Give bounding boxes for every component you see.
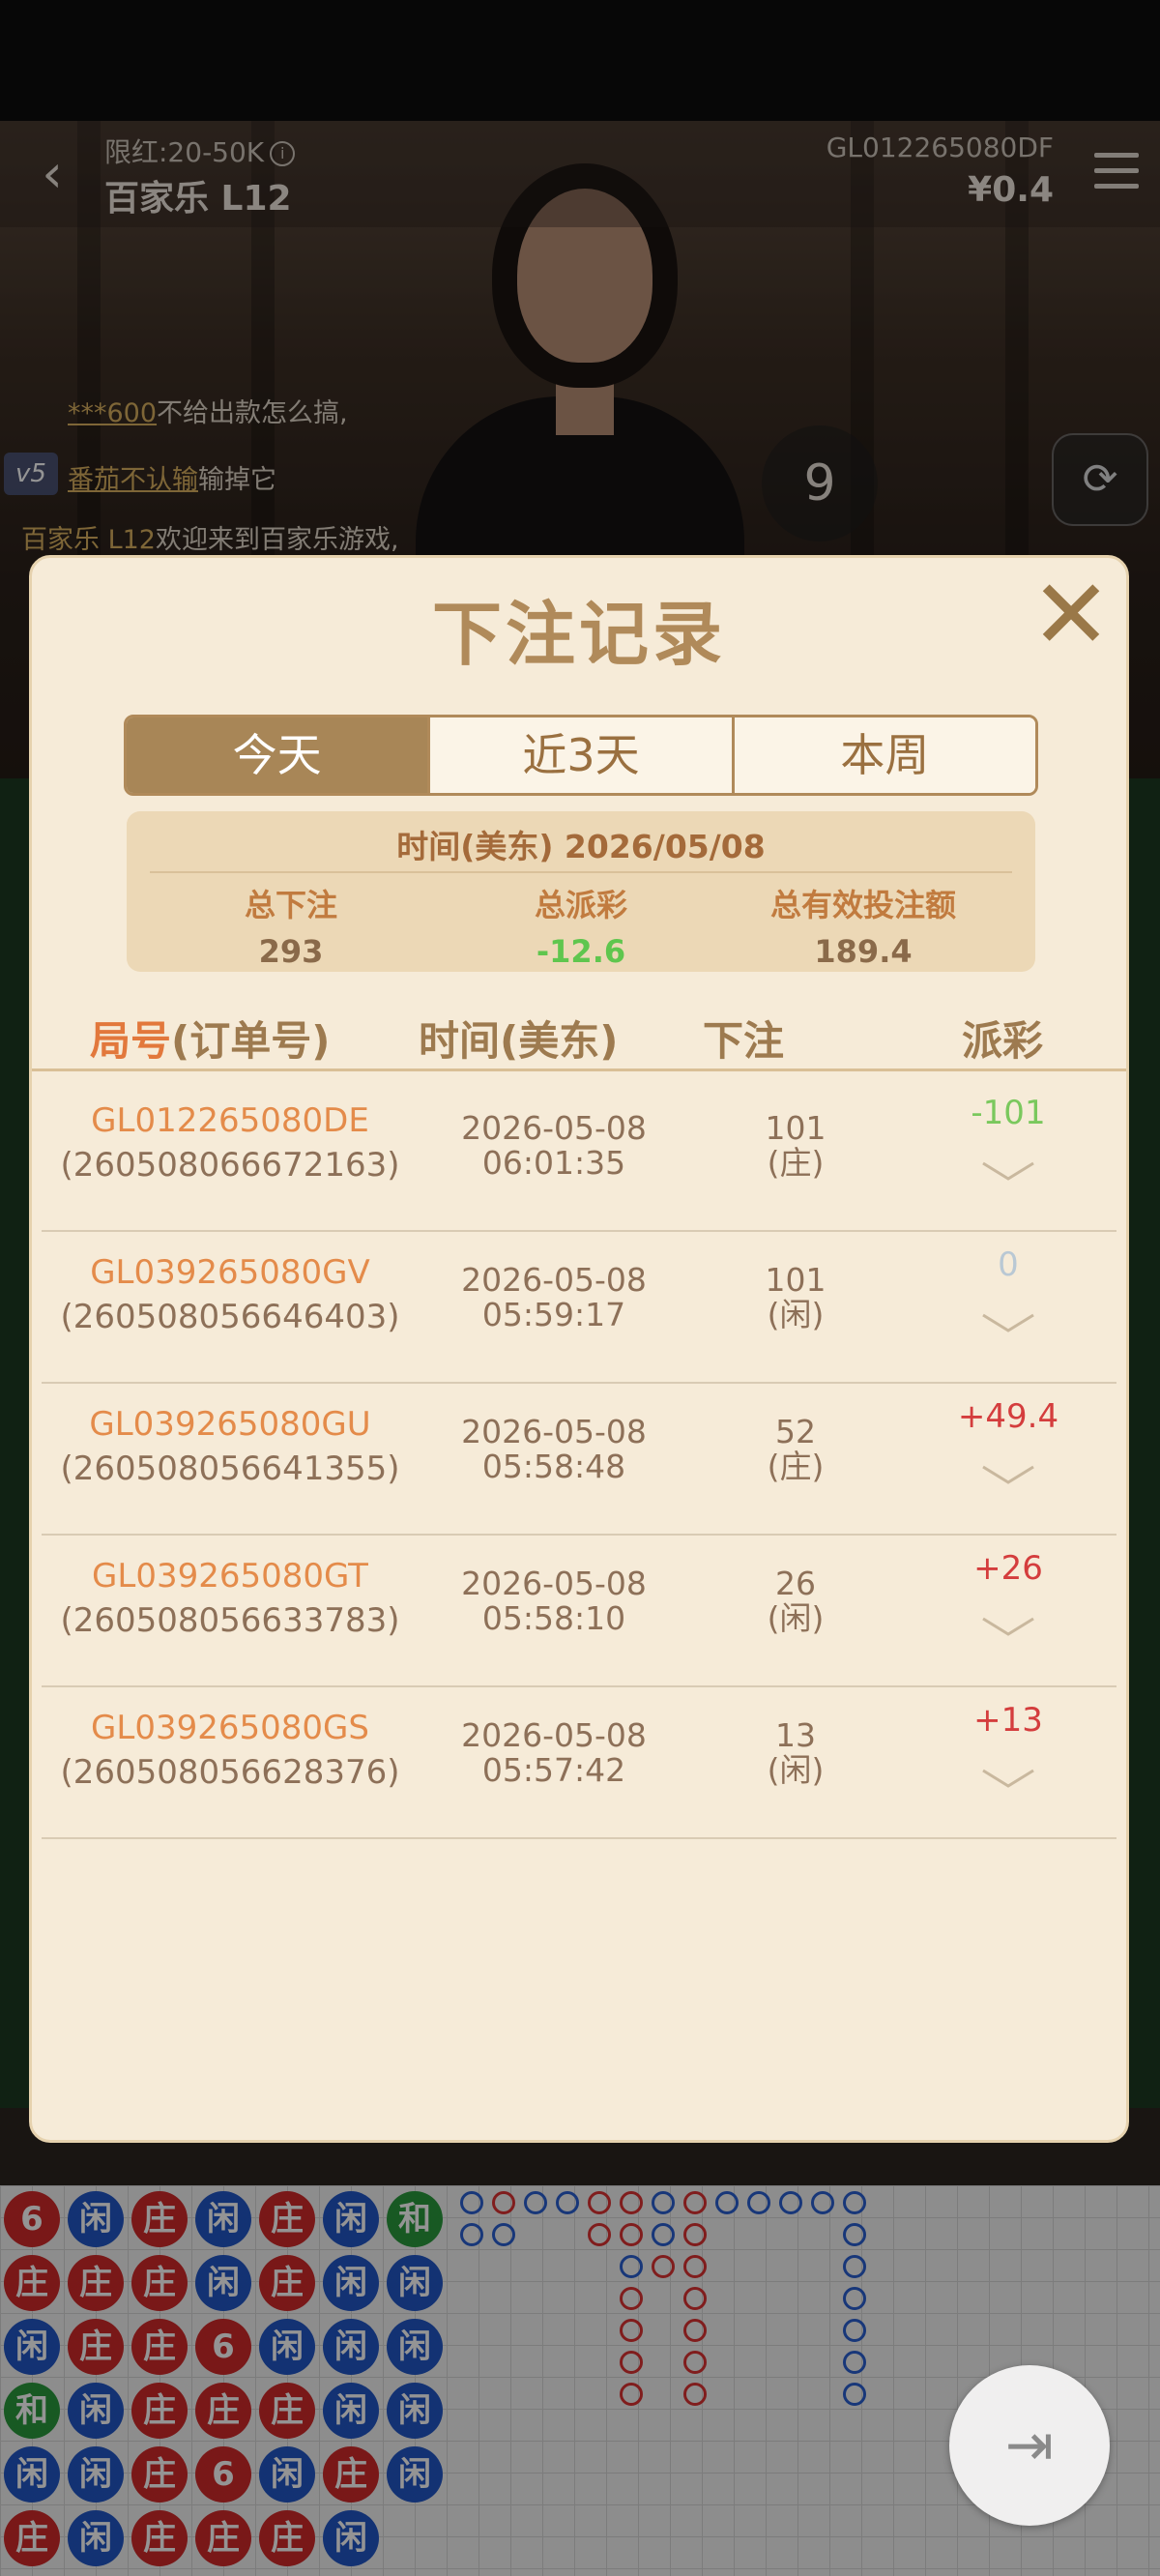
total-valid-bet: 总有效投注额 189.4 bbox=[769, 887, 956, 970]
chevron-down-icon[interactable] bbox=[979, 1156, 1037, 1185]
bet-cell: 52 (庄) bbox=[709, 1415, 883, 1484]
time-cell: 2026-05-08 06:01:35 bbox=[428, 1111, 680, 1181]
bet-time: 05:58:10 bbox=[481, 1599, 626, 1637]
round-cell: GL039265080GU (260508056641355) bbox=[42, 1405, 419, 1488]
bet-time: 06:01:35 bbox=[481, 1144, 626, 1182]
record-table-header: 局号(订单号) 时间(美东) 下注 派彩 bbox=[32, 1009, 1126, 1071]
table-row[interactable]: GL039265080GV (260508056646403) 2026-05-08… bbox=[42, 1232, 1116, 1384]
chevron-down-icon[interactable] bbox=[979, 1611, 1037, 1640]
bet-amount: 26 bbox=[775, 1565, 816, 1602]
bet-time: 05:57:42 bbox=[481, 1751, 626, 1789]
payout-value: +13 bbox=[973, 1701, 1043, 1740]
bet-amount: 101 bbox=[765, 1261, 826, 1299]
order-id: (260508066672163) bbox=[60, 1146, 400, 1185]
bet-time: 05:58:48 bbox=[481, 1448, 626, 1485]
time-cell: 2026-05-08 05:58:48 bbox=[428, 1415, 680, 1484]
order-id: (260508056641355) bbox=[60, 1449, 400, 1488]
round-cell: GL039265080GT (260508056633783) bbox=[42, 1557, 419, 1640]
bet-cell: 13 (闲) bbox=[709, 1718, 883, 1788]
bet-date: 2026-05-08 bbox=[461, 1261, 647, 1299]
bet-amount: 101 bbox=[765, 1109, 826, 1147]
column-time: 时间(美东) bbox=[419, 1017, 619, 1065]
table-row[interactable]: GL039265080GS (260508056628376) 2026-05-08… bbox=[42, 1687, 1116, 1839]
order-id: (260508056628376) bbox=[60, 1753, 400, 1792]
bet-record-modal: 下注记录 ✕ 今天 近3天 本周 时间(美东) 2026/05/08 总下注 2… bbox=[29, 555, 1129, 2143]
tab-today[interactable]: 今天 bbox=[127, 717, 428, 793]
table-row[interactable]: GL039265080GU (260508056641355) 2026-05-08… bbox=[42, 1384, 1116, 1536]
table-row[interactable]: GL039265080GT (260508056633783) 2026-05-08… bbox=[42, 1536, 1116, 1687]
round-id: GL039265080GS bbox=[91, 1709, 369, 1747]
round-cell: GL012265080DE (260508066672163) bbox=[42, 1101, 419, 1185]
column-round: 局号(订单号) bbox=[90, 1017, 331, 1065]
payout-value: +49.4 bbox=[957, 1397, 1059, 1436]
chevron-down-icon[interactable] bbox=[979, 1307, 1037, 1336]
round-id: GL012265080DE bbox=[91, 1101, 369, 1140]
round-cell: GL039265080GV (260508056646403) bbox=[42, 1253, 419, 1336]
tab-last-3-days[interactable]: 近3天 bbox=[427, 717, 732, 793]
bet-amount: 52 bbox=[775, 1413, 816, 1450]
chevron-down-icon[interactable] bbox=[979, 1459, 1037, 1488]
bet-date: 2026-05-08 bbox=[461, 1716, 647, 1754]
bet-cell: 26 (闲) bbox=[709, 1566, 883, 1636]
bet-amount: 13 bbox=[775, 1716, 816, 1754]
payout-value: -101 bbox=[971, 1094, 1046, 1132]
bet-date: 2026-05-08 bbox=[461, 1109, 647, 1147]
date-range-tabs: 今天 近3天 本周 bbox=[124, 715, 1038, 796]
tab-this-week[interactable]: 本周 bbox=[731, 717, 1035, 793]
payout-value: 0 bbox=[998, 1245, 1019, 1284]
round-id: GL039265080GU bbox=[89, 1405, 371, 1444]
bet-side: (闲) bbox=[767, 1296, 825, 1333]
bet-date: 2026-05-08 bbox=[461, 1413, 647, 1450]
bet-side: (庄) bbox=[767, 1144, 825, 1182]
column-bet: 下注 bbox=[703, 1017, 785, 1065]
time-cell: 2026-05-08 05:57:42 bbox=[428, 1718, 680, 1788]
close-icon[interactable]: ✕ bbox=[1030, 567, 1113, 663]
time-cell: 2026-05-08 05:58:10 bbox=[428, 1566, 680, 1636]
total-payout: 总派彩 -12.6 bbox=[534, 887, 627, 970]
summary-panel: 时间(美东) 2026/05/08 总下注 293 总派彩 -12.6 总有效投… bbox=[127, 811, 1035, 972]
column-payout: 派彩 bbox=[962, 1017, 1044, 1065]
total-bet: 总下注 293 bbox=[244, 887, 337, 970]
payout-value: +26 bbox=[973, 1549, 1043, 1588]
bet-side: (闲) bbox=[767, 1751, 825, 1789]
bet-side: (庄) bbox=[767, 1448, 825, 1485]
round-id: GL039265080GT bbox=[92, 1557, 368, 1595]
order-id: (260508056633783) bbox=[60, 1601, 400, 1640]
bet-time: 05:59:17 bbox=[481, 1296, 626, 1333]
round-id: GL039265080GV bbox=[90, 1253, 370, 1292]
record-list: GL012265080DE (260508066672163) 2026-05-08… bbox=[42, 1080, 1116, 1839]
bet-date: 2026-05-08 bbox=[461, 1565, 647, 1602]
round-cell: GL039265080GS (260508056628376) bbox=[42, 1709, 419, 1792]
exit-icon[interactable]: ⇥ bbox=[949, 2365, 1110, 2526]
order-id: (260508056646403) bbox=[60, 1298, 400, 1336]
table-row[interactable]: GL012265080DE (260508066672163) 2026-05-08… bbox=[42, 1080, 1116, 1232]
summary-date: 时间(美东) 2026/05/08 bbox=[396, 828, 766, 865]
bet-side: (闲) bbox=[767, 1599, 825, 1637]
time-cell: 2026-05-08 05:59:17 bbox=[428, 1263, 680, 1332]
chevron-down-icon[interactable] bbox=[979, 1763, 1037, 1792]
divider bbox=[150, 871, 1012, 873]
bet-cell: 101 (闲) bbox=[709, 1263, 883, 1332]
bet-cell: 101 (庄) bbox=[709, 1111, 883, 1181]
modal-title: 下注记录 bbox=[431, 594, 726, 675]
